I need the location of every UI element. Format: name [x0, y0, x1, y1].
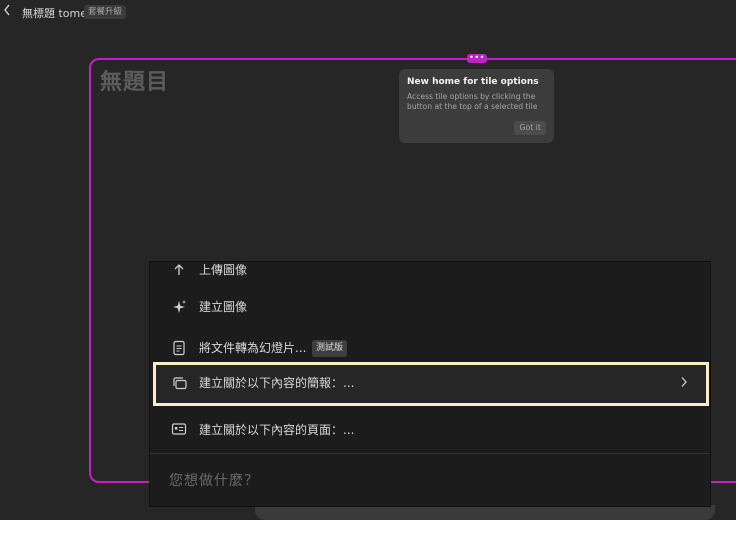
prompt-input[interactable]: 您想做什麼？	[169, 470, 259, 490]
menu-item-create-presentation[interactable]: 建立關於以下內容的簡報：...	[153, 362, 709, 406]
tile-heading[interactable]: 無題目	[100, 64, 169, 96]
document-icon	[171, 340, 187, 356]
tile-options-button[interactable]: •••	[467, 54, 487, 63]
menu-item-create-page[interactable]: 建立關於以下內容的頁面：...	[150, 410, 710, 450]
slides-icon	[172, 376, 188, 392]
tooltip-title: New home for tile options	[407, 77, 539, 87]
upgrade-plan-badge[interactable]: 套餐升級	[84, 5, 127, 19]
sparkle-icon	[171, 299, 187, 315]
command-panel-base	[255, 505, 715, 520]
tile-options-tooltip: New home for tile options Access tile op…	[399, 69, 554, 143]
command-menu: 上傳圖像 建立圖像 將文件轉為幻燈片... 測試版 建立關於以下內容的簡報：..…	[150, 262, 710, 506]
menu-item-label: 建立圖像	[199, 300, 248, 314]
chevron-left-icon	[4, 4, 10, 16]
tooltip-body: Access tile options by clicking the butt…	[407, 92, 538, 111]
back-button[interactable]	[2, 3, 14, 19]
upload-icon	[171, 262, 187, 278]
more-horizontal-icon: •••	[469, 53, 485, 62]
menu-item-upload-image[interactable]: 上傳圖像	[150, 262, 710, 290]
document-title[interactable]: 無標題 tome	[22, 5, 87, 21]
got-it-button[interactable]: Got it	[514, 121, 546, 135]
menu-item-create-image[interactable]: 建立圖像	[150, 287, 710, 327]
menu-item-label: 建立關於以下內容的簡報：...	[199, 376, 355, 390]
app-window: 無標題 tome 套餐升級 ••• 無題目 New home for tile …	[0, 0, 736, 520]
menu-divider	[150, 453, 710, 454]
menu-item-label: 將文件轉為幻燈片...	[199, 341, 307, 355]
beta-badge: 測試版	[312, 340, 348, 357]
menu-item-label: 上傳圖像	[199, 263, 248, 277]
chevron-right-icon	[680, 375, 688, 393]
top-bar: 無標題 tome 套餐升級	[0, 0, 736, 24]
menu-item-label: 建立關於以下內容的頁面：...	[199, 423, 355, 437]
page-card-icon	[171, 422, 187, 438]
